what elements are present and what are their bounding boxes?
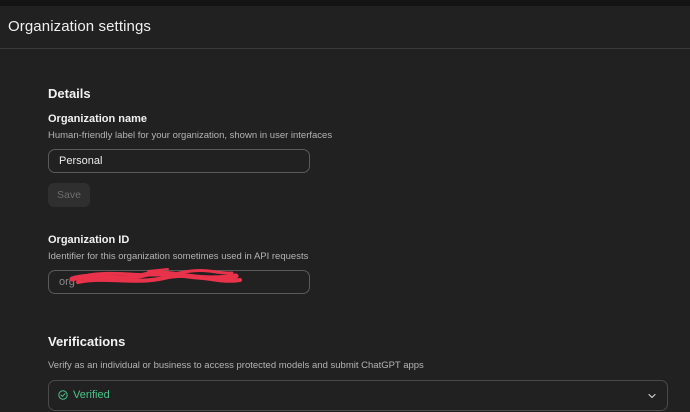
verification-status-select[interactable]: Verified (48, 380, 668, 411)
page-title: Organization settings (8, 18, 152, 35)
org-name-input[interactable] (48, 149, 310, 173)
details-section-title: Details (48, 86, 91, 101)
org-id-input[interactable] (48, 270, 310, 294)
org-id-label: Organization ID (48, 234, 130, 246)
org-name-label: Organization name (48, 113, 148, 125)
org-id-help: Identifier for this organization sometim… (48, 251, 309, 262)
verification-status-text: Verified (73, 389, 110, 401)
check-circle-icon (58, 390, 68, 400)
save-button[interactable]: Save (48, 183, 90, 207)
page-header: Organization settings (0, 6, 690, 49)
verifications-help: Verify as an individual or business to a… (48, 360, 424, 371)
chevron-down-icon (648, 393, 656, 399)
org-name-help: Human-friendly label for your organizati… (48, 130, 333, 141)
verifications-section-title: Verifications (48, 334, 126, 349)
